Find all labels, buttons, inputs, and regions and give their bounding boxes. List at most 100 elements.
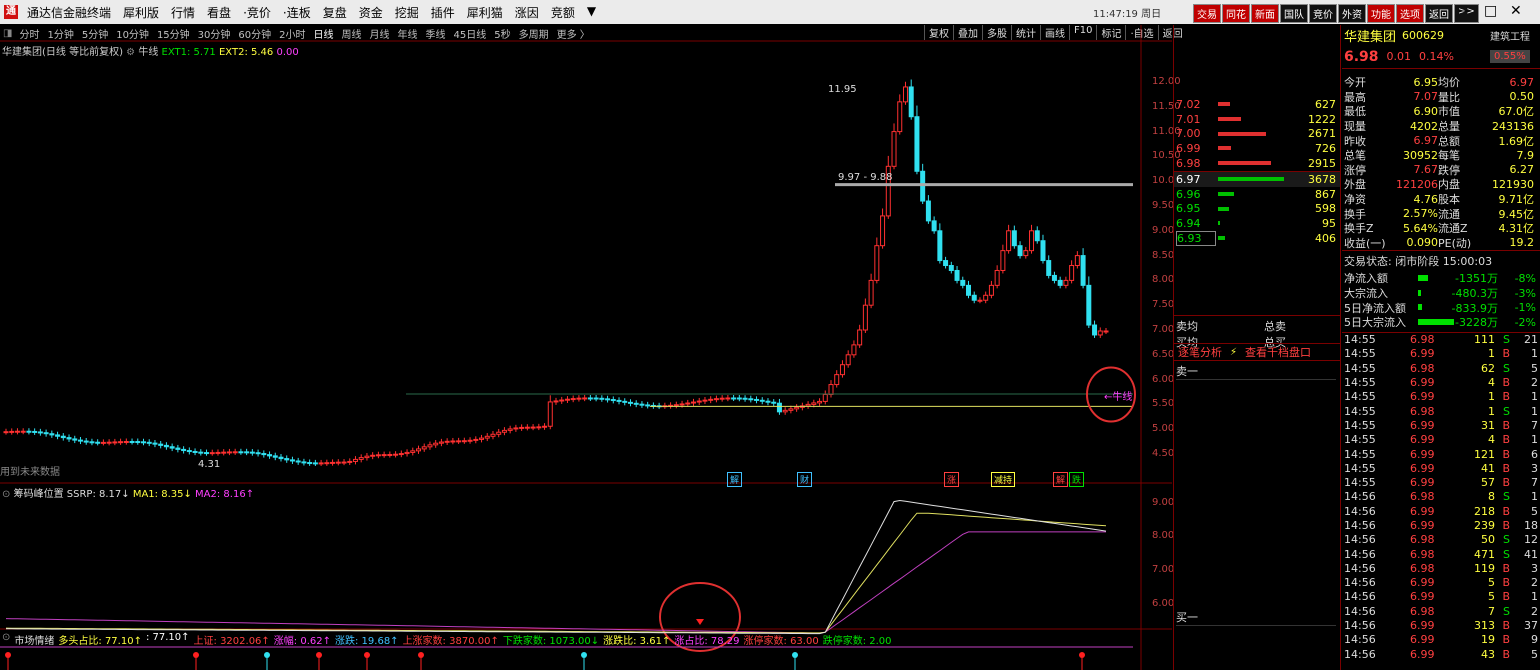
candle-body: [971, 294, 977, 301]
toolbar-button[interactable]: 选项: [1396, 4, 1424, 23]
stock-sector[interactable]: 建筑工程: [1490, 28, 1530, 43]
menu-item[interactable]: 涨因: [509, 4, 545, 21]
orderbook-row[interactable]: 6.99 726: [1174, 141, 1340, 156]
orderbook-row[interactable]: 6.97 3678: [1174, 172, 1340, 187]
flow-value: -833.9万: [1451, 301, 1498, 315]
collapse-icon[interactable]: ⊙: [2, 632, 10, 647]
menu-item[interactable]: 犀利猫: [461, 4, 509, 21]
toolbar-button[interactable]: 竞价: [1309, 4, 1337, 23]
menu-item[interactable]: 插件: [425, 4, 461, 21]
menu-item[interactable]: 挖掘: [389, 4, 425, 21]
candle-body: [696, 400, 702, 403]
candle-body: [272, 455, 278, 458]
view-depth-button[interactable]: 查看千档盘口: [1245, 344, 1311, 360]
toolbar-button[interactable]: 功能: [1367, 4, 1395, 23]
tick-side: B: [1502, 647, 1510, 661]
candle-body: [37, 431, 43, 434]
candle-body: [874, 245, 880, 281]
toolbar-button[interactable]: 新面: [1251, 4, 1279, 23]
candle-body: [966, 284, 971, 296]
tick-price: 6.98: [1410, 361, 1435, 375]
candle-body: [141, 441, 146, 444]
tick-list[interactable]: 14:55 6.98 111 S 21 14:55 6.99 1 B 1 14:55 6.98 62 S 5…: [1342, 331, 1540, 662]
tick-count: 3: [1531, 561, 1538, 575]
volume-bar: [1218, 161, 1271, 166]
menu-item[interactable]: 复盘: [317, 4, 353, 21]
orderbook-row[interactable]: 7.00 2671: [1174, 127, 1340, 142]
candle-body: [501, 429, 507, 433]
quote-label: 换手Z: [1344, 222, 1374, 236]
orderbook-row[interactable]: 7.02 627: [1174, 97, 1340, 112]
candle-body: [238, 451, 244, 454]
tick-time: 14:56: [1344, 547, 1376, 561]
tick-side: S: [1503, 333, 1510, 347]
tick-price: 6.99: [1410, 633, 1435, 647]
menu-item[interactable]: 犀利版: [117, 4, 165, 21]
minimize-icon[interactable]: —: [1458, 3, 1472, 19]
candle-body: [9, 430, 15, 433]
menu-item[interactable]: ·连板: [277, 4, 317, 21]
candle-body: [994, 269, 1000, 286]
menu-item[interactable]: 资金: [353, 4, 389, 21]
sub-chart-title[interactable]: 筹码峰位置: [14, 489, 64, 500]
tick-analysis-button[interactable]: 逐笔分析: [1178, 344, 1222, 360]
toolbar-button[interactable]: 返回: [1425, 4, 1453, 23]
orderbook-row[interactable]: 6.95 598: [1174, 202, 1340, 217]
signal-marker: 财: [797, 472, 813, 487]
menu-item[interactable]: ·竞价: [237, 4, 277, 21]
sentiment-dot: [316, 652, 322, 658]
tick-row: 14:56 6.99 313 B 37: [1342, 618, 1540, 632]
tick-side: B: [1502, 447, 1510, 461]
orderbook-row[interactable]: 6.96 867: [1174, 187, 1340, 202]
tick-volume: 31: [1481, 418, 1495, 432]
signal-marker: 跌: [1069, 472, 1085, 487]
menu-item[interactable]: 竞额: [545, 4, 581, 21]
candle-body: [1051, 274, 1057, 281]
tick-count: 5: [1531, 647, 1538, 661]
quote-label: 今开: [1344, 76, 1366, 90]
price-tick: 7.00: [1152, 324, 1175, 335]
orderbook-row[interactable]: 6.98 2915: [1174, 156, 1340, 171]
fund-flows: 净流入额 -1351万 -8% 大宗流入 -480.3万 -3% 5日净流入额 -833.9万…: [1342, 271, 1540, 329]
candle-body: [215, 451, 221, 454]
tick-volume: 43: [1481, 647, 1495, 661]
sentiment-item: 涨幅: 0.62↑: [273, 636, 331, 647]
orderbook-row[interactable]: 7.01 1222: [1174, 112, 1340, 127]
candle-body: [381, 454, 387, 457]
toolbar-button[interactable]: 外资: [1338, 4, 1366, 23]
collapse-icon[interactable]: ⊙: [2, 489, 10, 500]
candle-body: [542, 425, 548, 428]
quote-value: 67.0亿: [1498, 105, 1535, 119]
sell1-label: 卖一: [1176, 363, 1336, 380]
toolbar-button[interactable]: 同花: [1222, 4, 1250, 23]
flow-label: 净流入额: [1344, 272, 1388, 286]
menu-item[interactable]: ▼: [581, 4, 602, 21]
tick-price: 6.98: [1410, 547, 1435, 561]
close-icon[interactable]: ✕: [1510, 3, 1522, 19]
order-volume: 406: [1315, 232, 1336, 246]
tick-price: 6.99: [1410, 376, 1435, 390]
orderbook-row[interactable]: 6.94 95: [1174, 216, 1340, 231]
tick-side: S: [1503, 404, 1510, 418]
orderbook-row[interactable]: 6.93 406: [1174, 231, 1340, 247]
menu-item[interactable]: 行情: [165, 4, 201, 21]
kline-chart[interactable]: [0, 25, 1172, 670]
candle-body: [954, 269, 960, 281]
volume-bar: [1218, 206, 1229, 211]
tick-volume: 62: [1481, 361, 1495, 375]
tick-row: 14:55 6.98 111 S 21: [1342, 333, 1540, 347]
candle-body: [931, 220, 937, 232]
price-tick: 8.50: [1152, 249, 1175, 261]
tick-side: B: [1502, 390, 1510, 404]
candle-body: [20, 430, 26, 433]
sentiment-title[interactable]: 市场情绪: [14, 632, 54, 647]
menu-item[interactable]: 看盘: [201, 4, 237, 21]
toolbar-button[interactable]: 交易: [1193, 4, 1221, 23]
tick-count: 1: [1531, 490, 1538, 504]
candle-body: [421, 446, 427, 450]
candle-body: [1103, 330, 1109, 333]
quote-value: 4.76: [1413, 192, 1439, 206]
restore-icon[interactable]: □: [1484, 3, 1497, 19]
candle-body: [60, 435, 66, 439]
toolbar-button[interactable]: 国队: [1280, 4, 1308, 23]
